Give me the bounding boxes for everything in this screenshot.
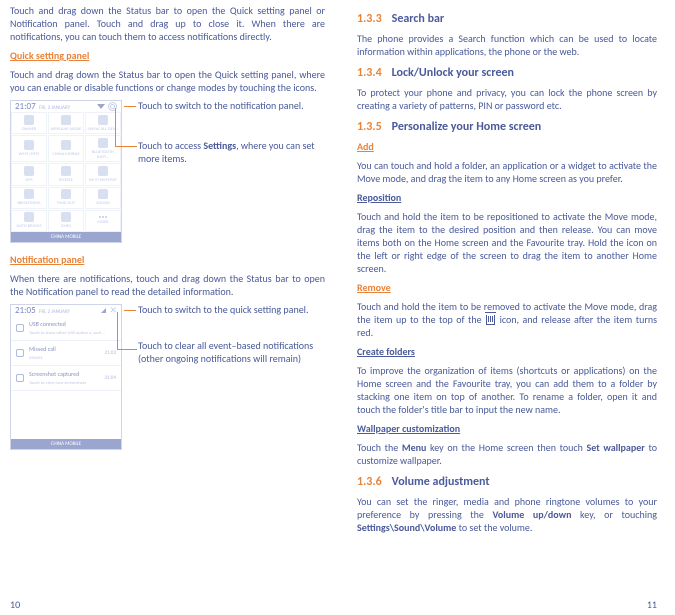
callout-switch-notification: Touch to switch to the notification pane… xyxy=(138,100,328,113)
airplane-icon xyxy=(61,115,71,125)
usb-icon xyxy=(16,324,24,332)
intro-text: Touch and drag down the Status bar to op… xyxy=(10,4,325,43)
tile-more[interactable]: MORE xyxy=(85,210,121,232)
figure-quick-settings: 21:07 FRI, 2 JANUARY OWNER AIRPLANE MODE… xyxy=(10,100,325,243)
callout-clear-all: Touch to clear all event–based notificat… xyxy=(138,340,328,365)
tile-sound[interactable]: SOUND xyxy=(85,187,121,209)
gyro-icon xyxy=(61,212,71,222)
screenshot-quick-settings: 21:07 FRI, 2 JANUARY OWNER AIRPLANE MODE… xyxy=(10,100,122,243)
tile-brightness[interactable]: BRIGHTNESS xyxy=(11,187,47,209)
callout-access-settings: Touch to access Settings, where you can … xyxy=(138,140,328,165)
reposition-heading: Reposition xyxy=(357,191,657,204)
callout-leader xyxy=(124,106,136,107)
add-body: You can touch and hold a folder, an appl… xyxy=(357,159,657,185)
callout-leader xyxy=(124,310,136,311)
missed-call-icon xyxy=(16,349,24,357)
signal-icon xyxy=(61,140,71,150)
status-bar: 21:05 FRI, 2 JANUARY ✕ xyxy=(11,305,121,316)
heading-volume: 1.3.6Volume adjustment xyxy=(357,475,657,489)
search-bar-body: The phone provides a Search function whi… xyxy=(357,32,657,58)
hotspot-icon xyxy=(98,166,108,176)
heading-search-bar: 1.3.3Search bar xyxy=(357,12,657,26)
page-left: Touch and drag down the Status bar to op… xyxy=(0,0,335,615)
create-folders-heading: Create folders xyxy=(357,345,657,358)
notification-list: USB connectedTouch to show other USB opt… xyxy=(11,316,121,391)
figure-notification-panel: 21:05 FRI, 2 JANUARY ✕ USB connectedTouc… xyxy=(10,304,325,450)
callout-leader xyxy=(115,146,137,147)
notification-screenshot[interactable]: Screenshot capturedTouch to view your sc… xyxy=(11,366,121,391)
wallpaper-body: Touch the Menu key on the Home screen th… xyxy=(357,441,657,467)
clear-all-icon[interactable]: ✕ xyxy=(109,306,117,315)
brightness-icon xyxy=(24,189,34,199)
wifi-icon xyxy=(24,140,34,150)
devices-icon xyxy=(98,115,108,125)
bluetooth-icon xyxy=(98,138,108,148)
add-heading: Add xyxy=(357,140,657,153)
notification-panel-body: When there are notifications, touch and … xyxy=(10,272,325,298)
tile-wifi[interactable]: WI-FI (OFF) xyxy=(11,135,47,162)
quick-setting-body: Touch and drag down the Status bar to op… xyxy=(10,68,325,94)
timeout-icon xyxy=(61,189,71,199)
reposition-body: Touch and hold the item to be reposition… xyxy=(357,210,657,275)
create-folders-body: To improve the organization of items (sh… xyxy=(357,364,657,416)
notification-usb[interactable]: USB connectedTouch to show other USB opt… xyxy=(11,316,121,341)
owner-icon xyxy=(24,115,34,125)
callout-leader xyxy=(115,108,116,146)
remove-heading: Remove xyxy=(357,281,657,294)
tile-gps[interactable]: GPS xyxy=(11,163,47,185)
lock-unlock-body: To protect your phone and privacy, you c… xyxy=(357,86,657,112)
more-dots-icon xyxy=(99,216,107,218)
page-right: 1.3.3Search bar The phone provides a Sea… xyxy=(335,0,675,615)
rotate-icon xyxy=(61,166,71,176)
tile-gyro[interactable]: GYRO xyxy=(48,210,84,232)
notification-panel-heading: Notification panel xyxy=(10,253,325,266)
wallpaper-heading: Wallpaper customization xyxy=(357,422,657,435)
quicksetting-toggle-icon[interactable] xyxy=(101,308,106,313)
screenshot-notification-panel: 21:05 FRI, 2 JANUARY ✕ USB connectedTouc… xyxy=(10,304,122,450)
tile-timeout[interactable]: TIME OUT xyxy=(48,187,84,209)
tile-owner[interactable]: OWNER xyxy=(11,112,47,134)
heading-lock-unlock: 1.3.4Lock/Unlock your screen xyxy=(357,66,657,80)
tile-autobright[interactable]: AUTO BRIGHT xyxy=(11,210,47,232)
gps-icon xyxy=(24,166,34,176)
carrier-footer: CHINA MOBILE xyxy=(11,439,121,449)
sound-icon xyxy=(98,189,108,199)
callout-leader xyxy=(117,349,137,350)
remove-body: Touch and hold the item to be removed to… xyxy=(357,300,657,339)
notification-toggle-icon[interactable] xyxy=(97,104,105,109)
page-number-left: 10 xyxy=(10,598,20,611)
volume-body: You can set the ringer, media and phone … xyxy=(357,495,657,534)
callout-leader xyxy=(117,312,118,349)
quick-setting-heading: Quick setting panel xyxy=(10,49,325,62)
callout-switch-quicksetting: Touch to switch to the quick setting pan… xyxy=(138,304,328,317)
tile-carrier[interactable]: CHINA MOBILE xyxy=(48,135,84,162)
page-number-right: 11 xyxy=(647,598,657,611)
status-time: 21:07 xyxy=(15,101,36,112)
quick-tiles-grid: OWNER AIRPLANE MODE SHOW ALL DEV... WI-F… xyxy=(11,112,121,232)
trash-icon xyxy=(486,315,495,325)
tile-hotspot[interactable]: WI-FI HOTSPOT xyxy=(85,163,121,185)
autobright-icon xyxy=(24,212,34,222)
carrier-footer: CHINA MOBILE xyxy=(11,232,121,242)
status-date: FRI, 2 JANUARY xyxy=(39,105,70,111)
status-time: 21:05 xyxy=(15,305,36,316)
heading-personalize: 1.3.5Personalize your Home screen xyxy=(357,120,657,134)
tile-rotate[interactable]: ROTATE xyxy=(48,163,84,185)
status-bar: 21:07 FRI, 2 JANUARY xyxy=(11,101,121,112)
status-date: FRI, 2 JANUARY xyxy=(39,309,70,315)
notification-missed-call[interactable]: Missed call456401 21:03 xyxy=(11,341,121,366)
screenshot-icon xyxy=(16,374,24,382)
tile-airplane[interactable]: AIRPLANE MODE xyxy=(48,112,84,134)
